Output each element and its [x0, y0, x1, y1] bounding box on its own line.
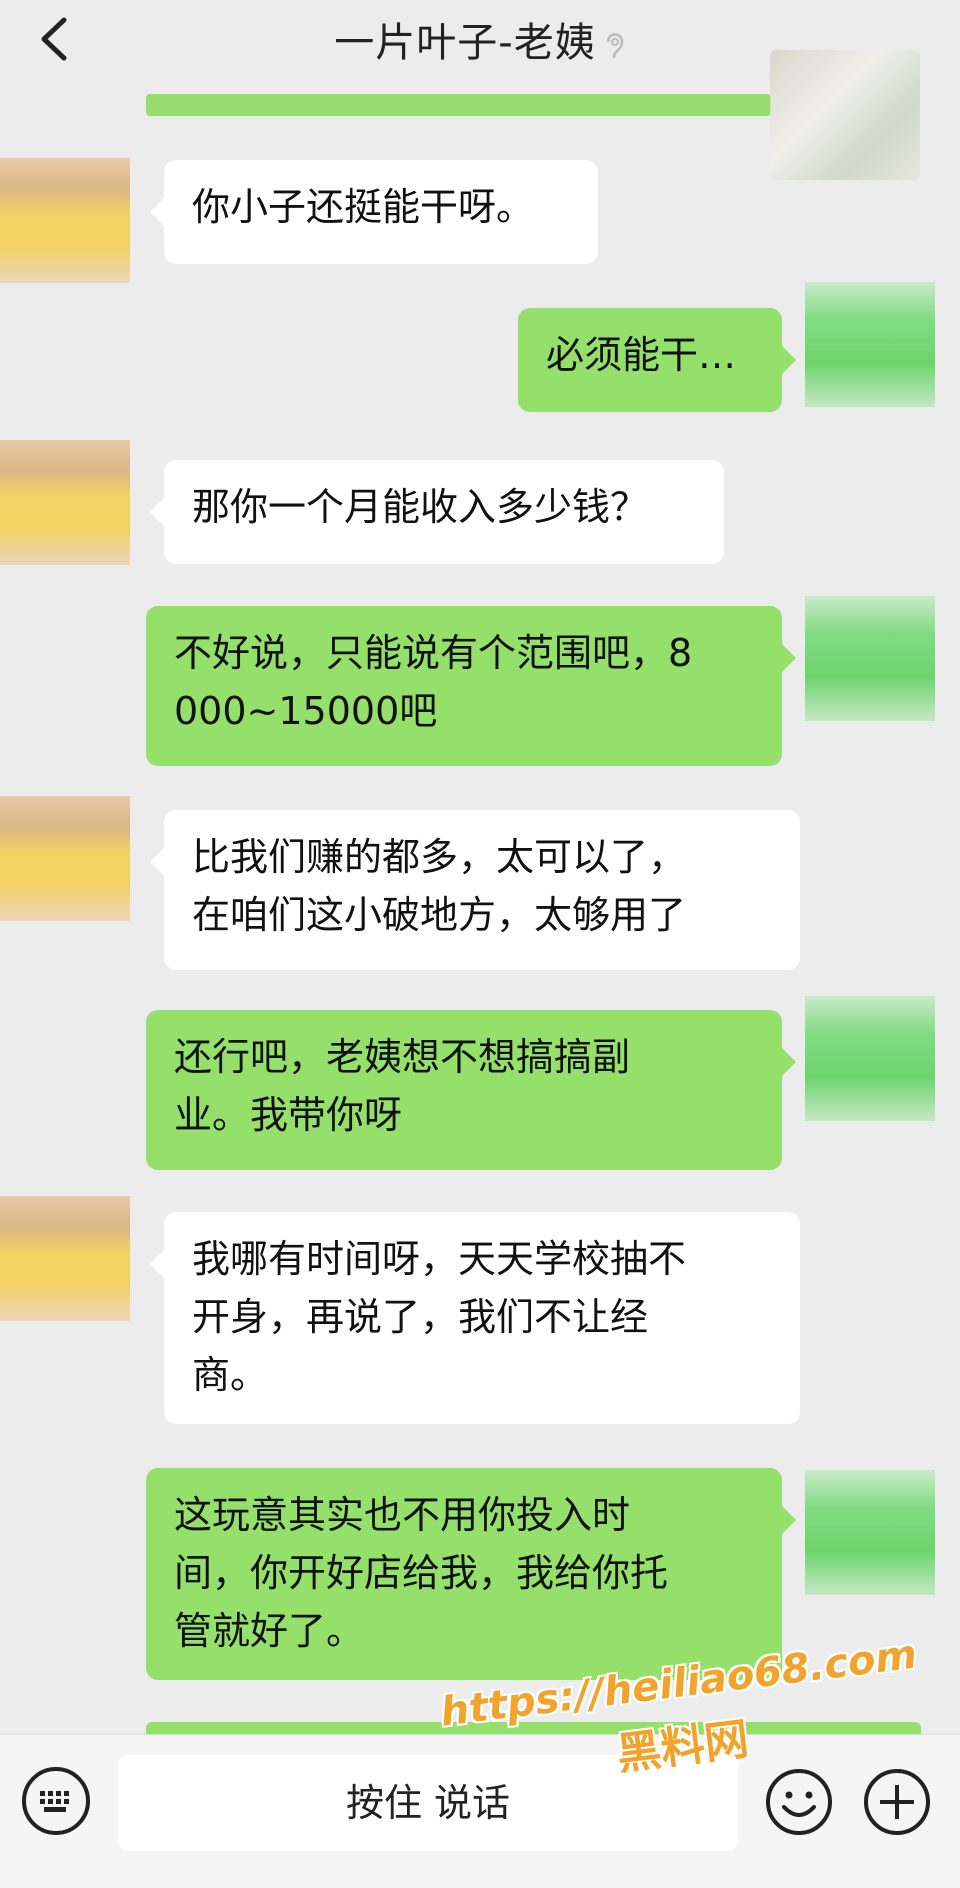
previous-message-peek [146, 94, 771, 116]
self-avatar[interactable] [805, 1470, 935, 1595]
message-bubble-sent[interactable]: 必须能干… [518, 308, 796, 412]
contact-avatar[interactable] [0, 158, 130, 283]
previous-avatar [770, 50, 920, 180]
message-bubble-sent[interactable]: 还行吧，老姨想不想搞搞副 业。我带你呀 [146, 1010, 796, 1170]
message-bubble-received[interactable]: 那你一个月能收入多少钱？ [150, 460, 724, 564]
self-avatar[interactable] [805, 996, 935, 1121]
contact-avatar[interactable] [0, 796, 130, 921]
contact-avatar[interactable] [0, 440, 130, 565]
keyboard-toggle-button[interactable] [22, 1767, 90, 1835]
message-bubble-received[interactable]: 我哪有时间呀，天天学校抽不 开身，再说了，我们不让经 商。 [150, 1212, 800, 1424]
message-bubble-received[interactable]: 你小子还挺能干呀。 [150, 160, 598, 264]
contact-avatar[interactable] [0, 1196, 130, 1321]
self-avatar[interactable] [805, 596, 935, 721]
keyboard-icon [40, 1791, 69, 1812]
plus-icon[interactable] [862, 1767, 932, 1837]
mute-icon [606, 33, 623, 59]
chat-title-text: 一片叶子-老姨 [334, 20, 596, 66]
message-bubble-received[interactable]: 比我们赚的都多，太可以了， 在咱们这小破地方，太够用了 [150, 810, 800, 970]
self-avatar[interactable] [805, 282, 935, 407]
message-bubble-sent[interactable]: 这玩意其实也不用你投入时 间，你开好店给我，我给你托 管就好了。 [146, 1468, 796, 1680]
message-bubble-sent[interactable]: 不好说，只能说有个范围吧，8 000~15000吧 [146, 606, 796, 766]
